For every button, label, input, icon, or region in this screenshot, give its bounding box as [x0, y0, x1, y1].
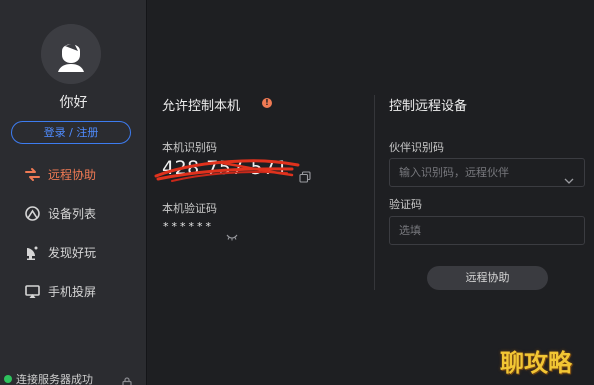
- connection-status: 连接服务器成功: [4, 371, 93, 385]
- status-dot-icon: [4, 375, 12, 383]
- sidebar-item-label: 设备列表: [48, 206, 97, 221]
- remote-assist-button[interactable]: 远程协助: [427, 266, 548, 290]
- device-list-icon: [24, 205, 41, 222]
- status-text: 连接服务器成功: [16, 373, 93, 385]
- panel-divider: [374, 95, 375, 290]
- remote-code-input[interactable]: 选填: [389, 216, 585, 245]
- sidebar: 你好 登录 / 注册 远程协助 设备列表 发现好玩 手机投屏 连接服务器成功: [0, 0, 147, 385]
- discover-icon: [24, 244, 41, 261]
- remote-code-placeholder: 选填: [399, 224, 421, 237]
- avatar[interactable]: [41, 24, 101, 84]
- remote-code-label: 验证码: [389, 198, 422, 211]
- sidebar-item-label: 手机投屏: [48, 284, 97, 299]
- partner-id-label: 伙伴识别码: [389, 141, 444, 154]
- info-icon[interactable]: !: [262, 98, 272, 108]
- allow-control-title: 允许控制本机: [162, 99, 241, 114]
- partner-id-input[interactable]: 输入识别码，远程伙伴: [389, 158, 585, 187]
- remote-assist-icon: [24, 166, 41, 183]
- sidebar-item-label: 发现好玩: [48, 245, 97, 260]
- sidebar-item-label: 远程协助: [48, 167, 97, 182]
- greeting-text: 你好: [59, 95, 88, 111]
- partner-id-placeholder: 输入识别码，远程伙伴: [399, 166, 509, 179]
- sidebar-item-discover[interactable]: 发现好玩: [24, 242, 96, 262]
- verification-code-label: 本机验证码: [162, 202, 217, 215]
- screen-cast-icon: [24, 283, 41, 300]
- login-register-button[interactable]: 登录 / 注册: [11, 121, 131, 144]
- sidebar-item-remote-assist[interactable]: 远程协助: [24, 164, 96, 184]
- sidebar-item-screen-cast[interactable]: 手机投屏: [24, 281, 96, 301]
- eye-closed-icon[interactable]: [226, 226, 238, 245]
- lock-icon[interactable]: [122, 373, 132, 385]
- remote-control-title: 控制远程设备: [389, 99, 468, 114]
- watermark-logo: 聊攻略: [500, 349, 572, 377]
- chevron-down-icon[interactable]: [564, 168, 574, 195]
- verification-code-masked: ******: [163, 220, 214, 233]
- sidebar-item-device-list[interactable]: 设备列表: [24, 203, 96, 223]
- copy-icon[interactable]: [299, 168, 311, 187]
- redaction-scribble: [154, 159, 300, 182]
- main-panel: [148, 0, 594, 385]
- user-avatar-icon: [41, 24, 101, 84]
